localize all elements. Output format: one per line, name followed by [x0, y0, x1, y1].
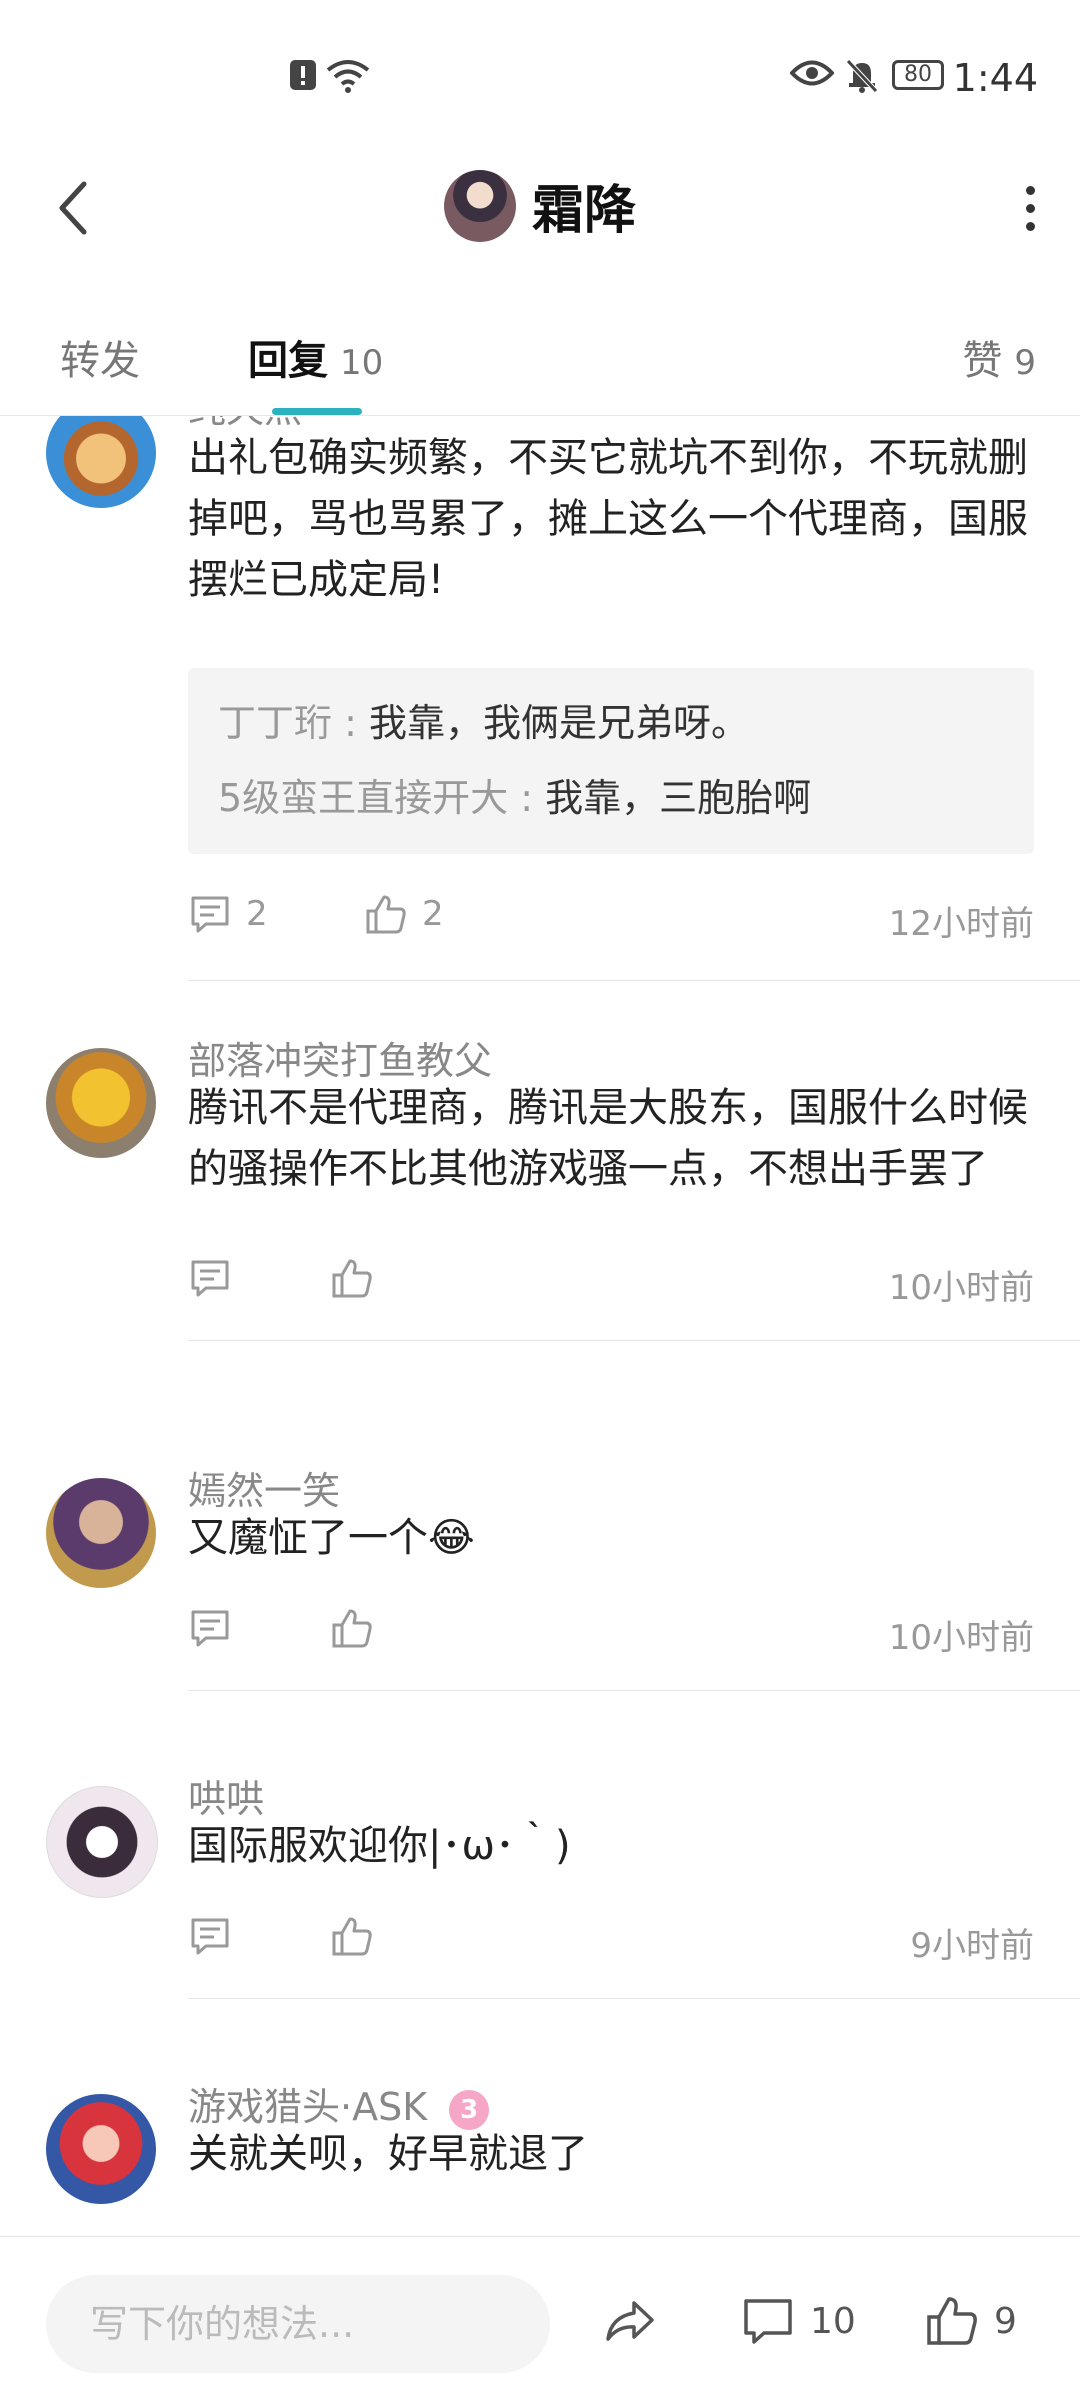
reply-list[interactable]: 纯天然 出礼包确实频繁，不买它就坑不到你，不玩就删掉吧，骂也骂累了，摊上这么一个… — [0, 416, 1080, 2231]
like-button[interactable] — [330, 1914, 388, 1958]
comment-text-body: 又魔怔了一个 — [188, 1515, 428, 1561]
username-text: 游戏猎头·ASK — [188, 2085, 428, 2129]
timestamp: 9小时前 — [910, 1926, 1034, 1966]
comment-input[interactable]: 写下你的想法... — [46, 2275, 550, 2373]
divider — [188, 1690, 1080, 1691]
reply-preview-row: 5级蛮王直接开大 : 我靠，三胞胎啊 — [218, 776, 812, 820]
divider — [188, 1998, 1080, 1999]
reply-button[interactable] — [188, 1914, 246, 1958]
divider — [188, 1340, 1080, 1341]
timestamp: 12小时前 — [888, 904, 1034, 944]
thumbs-up-icon — [332, 1259, 372, 1298]
comment-actions: 9小时前 — [188, 1914, 1034, 1966]
tab-label: 赞 — [962, 338, 1003, 384]
more-icon[interactable] — [1020, 186, 1040, 236]
battery-level: 80 — [904, 62, 932, 87]
like-button[interactable] — [330, 1256, 388, 1300]
avatar[interactable] — [46, 1786, 158, 1898]
thumbs-up-icon — [332, 1917, 372, 1956]
reply-preview[interactable]: 丁丁珩 : 我靠，我俩是兄弟呀。 5级蛮王直接开大 : 我靠，三胞胎啊 — [188, 668, 1034, 854]
reply-preview-row: 丁丁珩 : 我靠，我俩是兄弟呀。 — [218, 701, 749, 745]
comment-text: 关就关呗，好早就退了 — [188, 2131, 588, 2177]
thumbs-up-icon — [927, 2297, 977, 2345]
comment-actions: 2 2 12小时前 — [188, 892, 1034, 944]
status-bar: 80 1:44 — [0, 0, 1080, 150]
like-button[interactable]: 9 — [924, 2293, 1017, 2349]
bottom-bar: 写下你的想法... 10 9 — [0, 2236, 1080, 2401]
comment-icon — [191, 1260, 229, 1297]
tab-label: 转发 — [60, 338, 140, 384]
comment-icon — [191, 1918, 229, 1955]
comment-text: 腾讯不是代理商，腾讯是大股东，国服什么时候的骚操作不比其他游戏骚一点，不想出手罢… — [188, 1085, 1028, 1192]
tab-count: 9 — [1014, 343, 1036, 383]
wifi-icon — [326, 60, 370, 93]
tab-count: 10 — [340, 343, 384, 383]
list-item: 部落冲突打鱼教父 腾讯不是代理商，腾讯是大股东，国服什么时候的骚操作不比其他游戏… — [0, 1036, 1080, 1396]
share-icon — [606, 2301, 654, 2341]
list-item: 哄哄 国际服欢迎你|･ω･｀) 9小时前 — [0, 1774, 1080, 2074]
reply-author: 5级蛮王直接开大 — [218, 776, 509, 820]
thumbs-up-icon — [332, 1609, 372, 1648]
list-item: 游戏猎头·ASK 3 关就关呗，好早就退了 — [0, 2082, 1080, 2231]
reply-button[interactable] — [188, 1606, 246, 1650]
share-button[interactable] — [602, 2293, 658, 2349]
timestamp: 10小时前 — [888, 1618, 1034, 1658]
like-button[interactable]: 2 — [364, 892, 444, 936]
avatar[interactable] — [46, 416, 156, 508]
tab-label: 回复 — [248, 338, 328, 384]
tab-replies[interactable]: 回复 10 — [248, 328, 383, 386]
tab-reposts[interactable]: 转发 — [60, 328, 140, 386]
comment-icon — [191, 896, 229, 933]
comment-icon — [191, 1610, 229, 1647]
avatar[interactable] — [46, 1048, 156, 1158]
comments-button[interactable]: 10 — [740, 2293, 856, 2349]
thumbs-up-icon — [366, 895, 406, 934]
page-title: 霜降 — [531, 181, 636, 241]
tab-bar: 转发 回复 10 赞9 — [0, 300, 1080, 416]
tab-likes[interactable]: 赞9 — [962, 328, 1036, 386]
timestamp: 10小时前 — [888, 1268, 1034, 1308]
comment-text: 又魔怔了一个😂 — [188, 1508, 1028, 1569]
username[interactable]: 嫣然一笑 — [188, 1460, 340, 1515]
like-button[interactable] — [330, 1606, 388, 1650]
comment-text: 出礼包确实频繁，不买它就坑不到你，不玩就删掉吧，骂也骂累了，摊上这么一个代理商，… — [188, 435, 1028, 603]
comment-text: 国际服欢迎你|･ω･｀) — [188, 1823, 571, 1869]
tab-indicator — [272, 408, 362, 415]
avatar[interactable] — [46, 2094, 156, 2204]
top-nav: 霜降 — [0, 150, 1080, 275]
reply-text: 我靠，三胞胎啊 — [545, 776, 812, 820]
reply-button[interactable]: 2 — [188, 892, 268, 936]
username[interactable]: 哄哄 — [188, 1768, 264, 1823]
comment-icon — [744, 2299, 792, 2344]
sim-alert-icon — [290, 60, 316, 90]
like-count: 2 — [422, 894, 444, 934]
mute-bell-icon — [846, 59, 878, 93]
clock: 1:44 — [952, 56, 1038, 100]
reply-text: 我靠，我俩是兄弟呀。 — [368, 701, 749, 745]
laughing-emoji-icon: 😂 — [428, 1515, 475, 1561]
reply-button[interactable] — [188, 1256, 246, 1300]
list-item: 纯天然 出礼包确实频繁，不买它就坑不到你，不玩就删掉吧，骂也骂累了，摊上这么一个… — [0, 416, 1080, 986]
battery-icon: 80 — [892, 60, 944, 90]
reply-count: 2 — [246, 894, 268, 934]
title-group: 霜降 — [0, 168, 1080, 243]
username[interactable]: 游戏猎头·ASK 3 — [188, 2076, 490, 2131]
avatar[interactable] — [443, 169, 516, 242]
comment-count: 10 — [810, 2300, 856, 2342]
comment-actions: 10小时前 — [188, 1606, 1034, 1658]
reply-author: 丁丁珩 — [218, 701, 333, 745]
comment-actions: 10小时前 — [188, 1256, 1034, 1308]
avatar[interactable] — [46, 1478, 156, 1588]
like-count: 9 — [994, 2300, 1017, 2342]
divider — [188, 980, 1080, 981]
list-item: 嫣然一笑 又魔怔了一个😂 10小时前 — [0, 1466, 1080, 1766]
username[interactable]: 部落冲突打鱼教父 — [188, 1030, 492, 1085]
eye-icon — [790, 60, 834, 86]
